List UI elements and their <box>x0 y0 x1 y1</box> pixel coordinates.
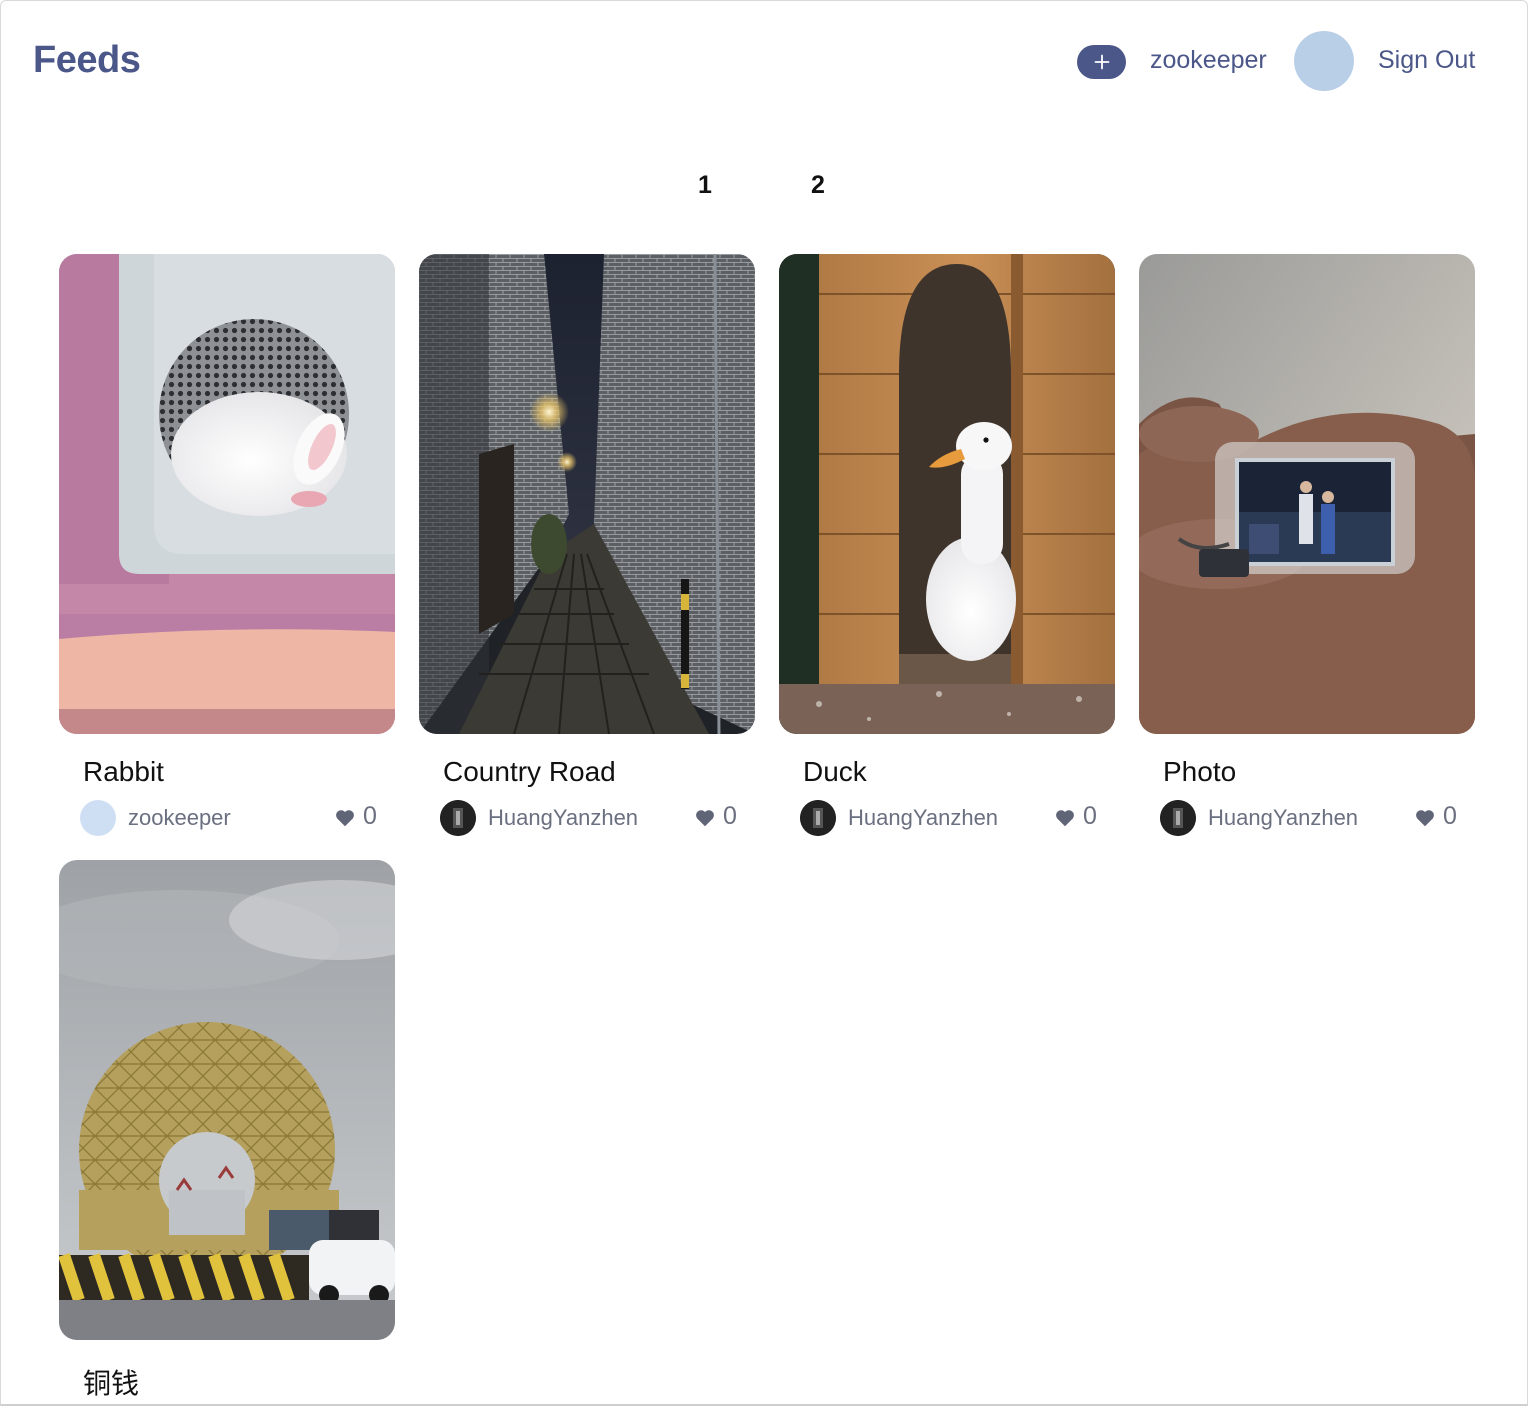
like-count: 0 <box>1443 802 1457 830</box>
post-image-round-building[interactable] <box>59 860 395 1340</box>
author-avatar[interactable] <box>800 800 836 836</box>
post-image-country-road[interactable] <box>419 254 755 734</box>
author-name[interactable]: HuangYanzhen <box>488 805 638 831</box>
post-meta: HuangYanzhen 0 <box>800 799 1100 837</box>
post-image-duck[interactable] <box>779 254 1115 734</box>
current-username[interactable]: zookeeper <box>1150 46 1267 75</box>
post-title[interactable]: Rabbit <box>83 756 164 788</box>
add-post-button[interactable] <box>1077 45 1126 79</box>
post-card[interactable]: Photo HuangYanzhen 0 <box>1139 254 1475 836</box>
user-avatar[interactable] <box>1294 31 1354 91</box>
post-title[interactable]: 铜钱 <box>83 1362 139 1402</box>
heart-icon[interactable] <box>334 807 356 829</box>
author-avatar[interactable] <box>440 800 476 836</box>
post-meta: HuangYanzhen 0 <box>1160 799 1460 837</box>
author-name[interactable]: HuangYanzhen <box>1208 805 1358 831</box>
author-name[interactable]: zookeeper <box>128 805 231 831</box>
page-link-2[interactable]: 2 <box>811 171 825 200</box>
heart-icon[interactable] <box>1414 807 1436 829</box>
post-image-rabbit[interactable] <box>59 254 395 734</box>
post-card[interactable]: Duck HuangYanzhen 0 <box>779 254 1115 836</box>
like-count: 0 <box>1083 802 1097 830</box>
author-avatar[interactable] <box>80 800 116 836</box>
page-title: Feeds <box>33 39 141 81</box>
post-card[interactable]: Country Road HuangYanzhen 0 <box>419 254 755 836</box>
post-title[interactable]: Photo <box>1163 756 1236 788</box>
plus-icon <box>1094 54 1109 70</box>
author-name[interactable]: HuangYanzhen <box>848 805 998 831</box>
app-window: Feeds zookeeper Sign Out 1 2 Rabbit zook… <box>0 0 1528 1406</box>
post-card[interactable]: Rabbit zookeeper 0 <box>59 254 395 836</box>
like-count: 0 <box>723 802 737 830</box>
post-meta: zookeeper 0 <box>80 799 380 837</box>
heart-icon[interactable] <box>694 807 716 829</box>
page-link-1[interactable]: 1 <box>698 171 712 200</box>
heart-icon[interactable] <box>1054 807 1076 829</box>
like-count: 0 <box>363 802 377 830</box>
sign-out-link[interactable]: Sign Out <box>1378 46 1475 75</box>
author-avatar[interactable] <box>1160 800 1196 836</box>
post-meta: HuangYanzhen 0 <box>440 799 740 837</box>
post-title[interactable]: Country Road <box>443 756 616 788</box>
post-card[interactable]: 铜钱 <box>59 860 395 1399</box>
post-image-photo[interactable] <box>1139 254 1475 734</box>
post-title[interactable]: Duck <box>803 756 867 788</box>
top-bar: Feeds zookeeper Sign Out <box>1 1 1527 121</box>
